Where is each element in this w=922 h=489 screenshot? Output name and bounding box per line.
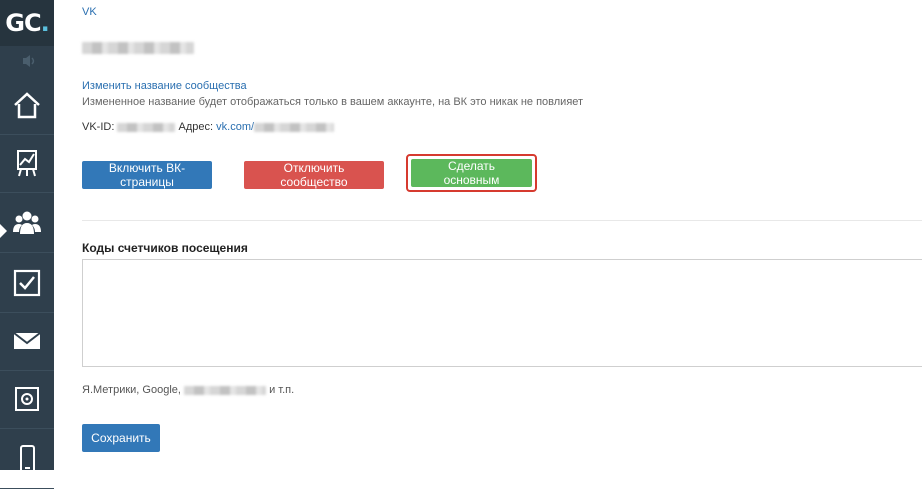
counters-codes-input[interactable] xyxy=(82,259,922,367)
sidebar-item-users[interactable] xyxy=(0,194,54,253)
logo-dot: . xyxy=(40,9,50,37)
sidebar-item-tasks[interactable] xyxy=(0,254,54,313)
home-icon xyxy=(14,92,40,119)
rename-community-link[interactable]: Изменить название сообщества xyxy=(82,80,247,92)
community-name-redacted xyxy=(82,42,194,54)
tasks-icon xyxy=(13,269,41,297)
divider xyxy=(82,220,922,221)
sidebar-item-home[interactable] xyxy=(0,76,54,135)
network-link[interactable]: VK xyxy=(82,6,97,18)
chart-icon xyxy=(17,150,37,177)
address-label: Адрес: xyxy=(178,121,214,133)
address-redacted xyxy=(254,122,335,132)
save-button[interactable]: Сохранить xyxy=(82,424,160,452)
hint-suffix: и т.п. xyxy=(269,384,295,396)
counters-hint: Я.Метрики, Google, и т.п. xyxy=(82,384,294,396)
sidebar-item-mail[interactable] xyxy=(0,312,54,371)
safe-icon xyxy=(15,387,39,411)
hint-prefix: Я.Метрики, Google, xyxy=(82,384,181,396)
mail-icon xyxy=(13,332,41,349)
sidebar-item-safe[interactable] xyxy=(0,370,54,429)
make-main-button[interactable]: Сделать основным xyxy=(411,159,532,187)
disable-community-button[interactable]: Отключить сообщество xyxy=(244,161,384,189)
sidebar-item-mobile[interactable] xyxy=(0,430,54,489)
rename-note: Измененное название будет отображаться т… xyxy=(82,96,584,108)
counters-title: Коды счетчиков посещения xyxy=(82,241,248,255)
vk-id-label: VK-ID: xyxy=(82,121,115,133)
speaker-icon[interactable] xyxy=(14,54,40,68)
address-prefix: vk.com/ xyxy=(216,121,255,133)
address-link[interactable]: vk.com/ xyxy=(216,121,335,133)
logo-text: GC xyxy=(5,9,41,37)
active-indicator xyxy=(0,224,7,238)
community-settings: VK Изменить название сообщества Измененн… xyxy=(82,0,922,470)
users-icon xyxy=(13,211,41,234)
sidebar: GC. xyxy=(0,0,54,489)
enable-vk-pages-button[interactable]: Включить ВК-страницы xyxy=(82,161,212,189)
hint-redacted xyxy=(184,385,266,395)
vk-info-row: VK-ID: Адрес: vk.com/ xyxy=(82,121,335,133)
logo[interactable]: GC. xyxy=(0,0,54,46)
vk-id-redacted xyxy=(117,122,176,132)
sidebar-item-stats[interactable] xyxy=(0,134,54,193)
